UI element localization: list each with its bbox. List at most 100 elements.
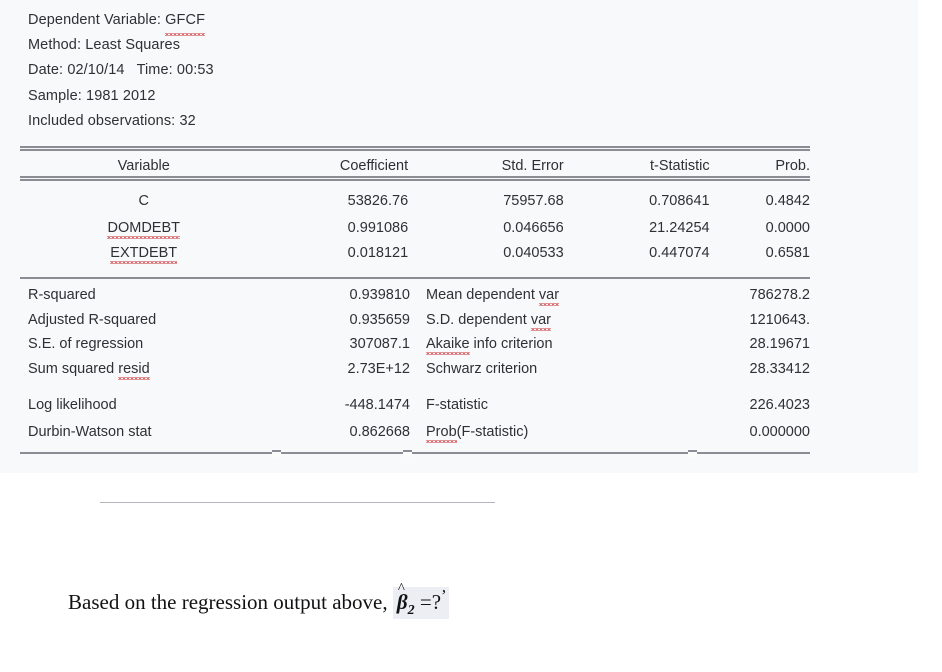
date-label: Date: [28, 62, 64, 79]
variable-name-misspelled: DOMDEBT [107, 219, 180, 239]
scan-artifact-notch [403, 450, 412, 457]
stat-label-mean-dependent-var: Mean dependent var [410, 283, 726, 308]
column-header-variable: Variable [117, 157, 170, 174]
time-label: Time: [136, 62, 173, 79]
scan-artifact-notch [272, 450, 281, 457]
stat-value-f-statistic: 226.4023 [749, 397, 810, 413]
column-header-std-error: Std. Error [501, 157, 564, 174]
table-row: DOMDEBT 0.991086 0.046656 21.24254 0.000… [20, 215, 810, 240]
stat-label-text: Mean dependent [426, 287, 539, 304]
stat-label-misspelled: resid [118, 360, 151, 380]
cell-prob: 0.6581 [765, 244, 810, 261]
method-value: Least Squares [85, 37, 181, 54]
table-row: C 53826.76 75957.68 0.708641 0.4842 [20, 180, 810, 215]
column-header-prob: Prob. [775, 157, 810, 174]
stat-value-log-likelihood: -448.1474 [344, 397, 410, 413]
stat-label-sd-dependent-var: S.D. dependent var [410, 308, 726, 333]
cell-std-error: 0.040533 [503, 244, 564, 261]
dependent-variable-label: Dependent Variable: [28, 12, 162, 28]
stat-value-se-of-regression: 307087.1 [349, 336, 410, 353]
statistics-table: R-squared 0.939810 Mean dependent var 78… [20, 283, 810, 445]
question-text: Based on the regression output above, ^ β… [68, 581, 449, 619]
stat-label-adjusted-r-squared: Adjusted R-squared [28, 311, 157, 328]
variable-name-misspelled: EXTDEBT [110, 244, 178, 264]
cell-std-error: 0.046656 [503, 219, 564, 236]
sample-label: Sample: [28, 87, 82, 104]
table-row: EXTDEBT 0.018121 0.040533 0.447074 0.658… [20, 240, 810, 265]
column-header-t-statistic: t-Statistic [649, 157, 710, 174]
prime-mark: ’ [441, 586, 447, 605]
stat-label-text: (F-statistic) [456, 424, 529, 441]
cell-variable: EXTDEBT [20, 240, 267, 265]
stat-label-text: info criterion [469, 336, 553, 353]
dependent-variable-value: GFCF [165, 8, 205, 37]
header-line-date-time: Date: 02/10/14 Time: 00:53 [28, 58, 628, 83]
stat-label-akaike-info-criterion: Akaike info criterion [410, 332, 726, 357]
cell-coefficient: 0.018121 [347, 244, 409, 261]
cell-coefficient: 53826.76 [347, 192, 409, 209]
cell-variable: C [138, 192, 149, 209]
table-header-row: Variable Coefficient Std. Error t-Statis… [20, 151, 810, 180]
scanned-page: Dependent Variable: GFCF Method: Least S… [0, 0, 942, 672]
stat-label-prob-f-statistic: Prob(F-statistic) [410, 420, 726, 445]
statistics-row: Durbin-Watson stat 0.862668 Prob(F-stati… [20, 420, 810, 445]
stat-label-se-of-regression: S.E. of regression [28, 336, 144, 353]
cell-std-error: 75957.68 [503, 192, 564, 209]
header-line-observations: Included observations: 32 [28, 109, 628, 134]
beta-subscript: 2 [407, 603, 415, 619]
sample-value: 1981 2012 [86, 87, 156, 104]
stat-value-sd-dependent-var: 1210643. [749, 311, 810, 328]
stat-value-sum-squared-resid: 2.73E+12 [347, 360, 411, 377]
stat-value-akaike-info-criterion: 28.19671 [749, 336, 810, 353]
stat-value-prob-f-statistic: 0.000000 [749, 424, 810, 441]
stat-label-r-squared: R-squared [28, 287, 96, 304]
stat-label-f-statistic: F-statistic [426, 397, 489, 413]
stat-label-text: S.D. dependent [426, 311, 531, 328]
cell-coefficient: 0.991086 [347, 219, 409, 236]
stat-value-schwarz-criterion: 28.33412 [749, 360, 810, 377]
regression-header: Dependent Variable: GFCF Method: Least S… [28, 8, 628, 134]
scan-artifact-notch [688, 450, 697, 457]
question-sentence: Based on the regression output above, [68, 590, 388, 614]
stat-label-sum-squared-resid: Sum squared resid [20, 357, 318, 382]
header-line-method: Method: Least Squares [28, 33, 628, 58]
header-line-dependent-variable: Dependent Variable: GFCF [28, 8, 628, 37]
observations-label: Included observations: [28, 112, 176, 129]
observations-value: 32 [179, 112, 196, 129]
statistics-separator-rule [20, 277, 810, 279]
cell-t-statistic: 0.708641 [649, 192, 710, 209]
stat-value-adjusted-r-squared: 0.935659 [349, 311, 410, 328]
date-value: 02/10/14 [67, 62, 125, 79]
stray-underline [100, 502, 495, 503]
stat-value-mean-dependent-var: 786278.2 [749, 287, 810, 304]
statistics-row: Log likelihood -448.1474 F-statistic 226… [20, 381, 810, 420]
stat-label-misspelled: Prob [426, 424, 457, 444]
stat-label-misspelled: var [538, 287, 560, 307]
cell-t-statistic: 21.24254 [649, 219, 710, 236]
stat-label-log-likelihood: Log likelihood [28, 397, 117, 413]
question-formula-highlight: ^ β2 =?’ [392, 581, 449, 619]
hat-accent: ^ [397, 581, 405, 597]
statistics-row: Adjusted R-squared 0.935659 S.D. depende… [20, 308, 810, 333]
stat-label-schwarz-criterion: Schwarz criterion [426, 360, 538, 377]
stat-value-r-squared: 0.939810 [349, 287, 410, 304]
cell-prob: 0.0000 [765, 219, 810, 236]
cell-variable: DOMDEBT [20, 215, 267, 240]
cell-prob: 0.4842 [765, 192, 810, 209]
beta-hat-symbol: ^ β [397, 581, 408, 615]
equals-question: =? [414, 590, 442, 614]
statistics-row: R-squared 0.939810 Mean dependent var 78… [20, 283, 810, 308]
statistics-row: S.E. of regression 307087.1 Akaike info … [20, 332, 810, 357]
stat-value-durbin-watson-stat: 0.862668 [349, 424, 410, 441]
header-line-sample: Sample: 1981 2012 [28, 84, 628, 109]
stat-label-misspelled: Akaike [426, 336, 470, 356]
stat-label-durbin-watson-stat: Durbin-Watson stat [28, 424, 152, 441]
statistics-row: Sum squared resid 2.73E+12 Schwarz crite… [20, 357, 810, 382]
method-label: Method: [28, 37, 82, 54]
time-value: 00:53 [176, 62, 214, 79]
stat-label-text: Sum squared [28, 360, 119, 377]
stat-label-misspelled: var [530, 311, 552, 331]
column-header-coefficient: Coefficient [339, 157, 409, 174]
cell-t-statistic: 0.447074 [649, 244, 710, 261]
coefficient-table: Variable Coefficient Std. Error t-Statis… [20, 151, 810, 265]
